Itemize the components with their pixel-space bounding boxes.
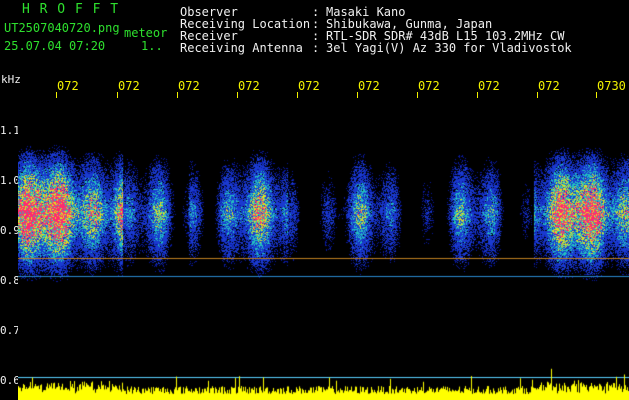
time-label: 072 — [118, 79, 140, 93]
filename-label: UT2507040720.png — [4, 21, 120, 35]
app-logo: H R O F F T — [22, 2, 120, 17]
spectrogram-plot — [18, 98, 629, 400]
antenna-label: Receiving Antenna — [180, 41, 303, 55]
frequency-label: 1.1 — [0, 124, 20, 137]
time-label: 072 — [178, 79, 200, 93]
frequency-unit-label: kHz — [1, 73, 21, 86]
frequency-label: 1.0 — [0, 174, 20, 187]
frequency-label: 0.9 — [0, 224, 20, 237]
time-label: 0730 — [597, 79, 626, 93]
time-label: 072 — [57, 79, 79, 93]
frequency-label: 0.7 — [0, 324, 20, 337]
time-label: 072 — [478, 79, 500, 93]
frequency-label: 0.8 — [0, 274, 20, 287]
antenna-value: 3el Yagi(V) Az 330 for Vladivostok — [326, 41, 572, 55]
time-label: 072 — [238, 79, 260, 93]
timestamp-label: 25.07.04 07:20 — [4, 39, 106, 53]
time-label: 072 — [418, 79, 440, 93]
time-label: 072 — [358, 79, 380, 93]
time-label: 072 — [298, 79, 320, 93]
time-label: 072 — [538, 79, 560, 93]
type-label: meteor — [124, 26, 168, 40]
separator: : — [312, 41, 320, 55]
frequency-label: 0.6 — [0, 374, 20, 387]
count-label: 1.. — [141, 39, 163, 53]
